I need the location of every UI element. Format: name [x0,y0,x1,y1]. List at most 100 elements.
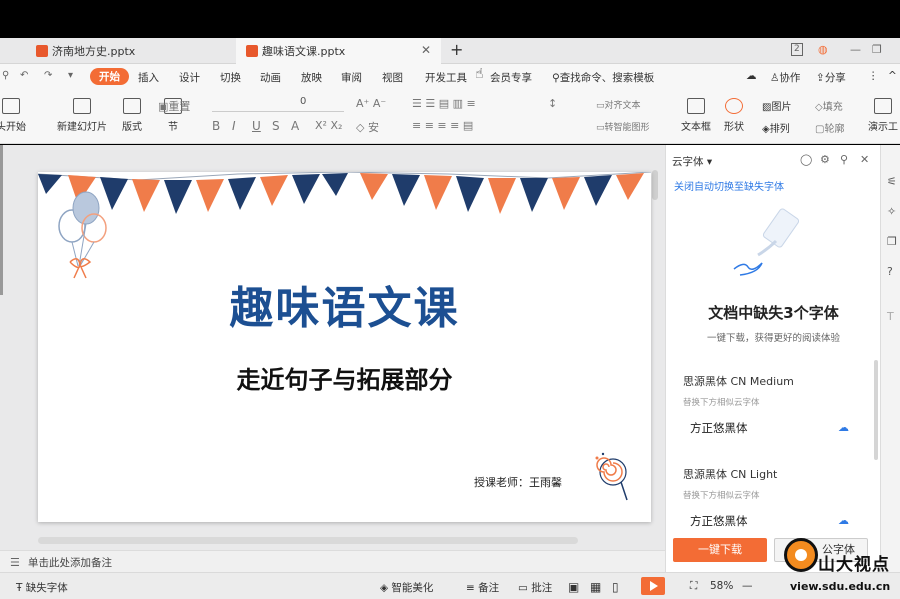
avatar-icon[interactable]: ◍ [818,43,828,56]
notes-placeholder: 单击此处添加备注 [28,557,112,569]
textbox-button[interactable]: 文本框 [681,98,711,133]
settings-icon[interactable]: ⚙ [820,153,830,166]
font-size-box[interactable]: 0 [212,96,344,112]
command-search[interactable]: ⚲查找命令、搜索模板 [552,70,654,85]
replacement-font[interactable]: 方正悠黑体 [690,420,748,436]
sorter-view-icon[interactable]: ▦ [590,580,601,594]
close-tab-icon[interactable]: ✕ [421,43,431,57]
minimize-icon[interactable]: — [850,43,861,56]
present-tools-button[interactable]: 演示工 [868,98,898,133]
menu-animation[interactable]: 动画 [260,70,281,85]
smart-shape-button[interactable]: ▭转智能图形 [596,120,650,133]
document-tab-bar: 济南地方史.pptx 趣味语文课.pptx ✕ + 2 ◍ — ❐ [0,38,900,64]
menu-member[interactable]: 会员专享 [490,70,532,85]
picture-button[interactable]: ▨图片 [762,98,791,113]
auto-switch-link[interactable]: 关闭自动切换至缺失字体 [674,178,784,193]
slideshow-icon [2,98,20,114]
notes-area[interactable]: ☰ 单击此处添加备注 [0,550,665,572]
cloud-sync-icon[interactable]: ☁ [746,70,757,82]
one-click-download-button[interactable]: 一键下载 [673,538,767,562]
missing-fonts-button[interactable]: Ŧ 缺失字体 [16,580,68,595]
shape-button[interactable]: 形状 [724,98,744,133]
tab-fun-chinese-class[interactable]: 趣味语文课.pptx [236,38,441,64]
present-icon [874,98,892,114]
italic-icon[interactable]: I [232,119,236,133]
close-panel-icon[interactable]: ✕ [860,153,869,166]
panel-title[interactable]: 云字体 ▾ [672,154,712,169]
notes-icon: ☰ [10,556,20,569]
strikethrough-icon[interactable]: S [272,119,280,133]
collapse-ribbon-icon[interactable]: ^ [888,70,897,82]
redo-icon[interactable]: ↷ [44,70,52,81]
chat-icon[interactable]: ◯ [800,153,812,166]
replacement-font[interactable]: 方正悠黑体 [690,513,748,529]
slide-canvas[interactable]: 趣味语文课 走近句子与拓展部分 授课老师：王雨馨 [38,172,651,522]
arrange-icon: ◈ [762,124,770,135]
slide-teacher-name[interactable]: 授课老师：王雨馨 [474,474,562,490]
textbox-icon [687,98,705,114]
fit-window-icon[interactable]: ⛶ [690,580,697,593]
menu-insert[interactable]: 插入 [138,70,159,85]
menu-transitions[interactable]: 切换 [220,70,241,85]
thumbnail-panel-edge[interactable] [0,145,3,295]
play-slideshow-button[interactable] [641,577,665,595]
new-tab-icon[interactable]: + [450,40,463,59]
style-icon[interactable]: ✧ [887,205,896,218]
line-spacing-icon[interactable]: ↕ [548,97,557,110]
find-icon[interactable]: ⚲ [2,70,9,81]
restore-icon[interactable]: ❐ [872,43,882,56]
menu-home[interactable]: 开始 [90,68,129,85]
comments-button[interactable]: ▭ 批注 [518,580,552,595]
share-button[interactable]: ⇪分享 [816,70,846,85]
missing-font-name: 思源黑体 CN Medium [683,375,794,388]
reset-button[interactable]: ▣重置 [158,98,190,114]
outline-button[interactable]: ▢轮廓 [815,120,844,135]
adjust-icon[interactable]: ⚟ [887,175,897,188]
alignment-icons[interactable]: ≡ ≡ ≡ ≡ ▤ [412,119,473,132]
align-text-button[interactable]: ▭对齐文本 [596,98,641,111]
cloud-download-icon[interactable]: ☁ [838,421,849,434]
collaborate-button[interactable]: ♙协作 [770,70,800,85]
bold-icon[interactable]: B [212,119,220,133]
slide-title[interactable]: 趣味语文课 [38,272,651,336]
menu-view[interactable]: 视图 [382,70,403,85]
align-text-icon: ▭ [596,101,605,111]
zoom-out-icon[interactable]: — [742,580,753,592]
menu-design[interactable]: 设计 [179,70,200,85]
arrange-button[interactable]: ◈排列 [762,120,790,135]
zoom-level[interactable]: 58% [710,580,733,592]
window-count-badge[interactable]: 2 [791,43,803,56]
slide-subtitle[interactable]: 走近句子与拓展部分 [38,360,651,395]
slide-horizontal-scrollbar[interactable] [38,537,578,544]
layout-button[interactable]: 版式 [122,98,142,133]
help-icon[interactable]: ? [887,265,893,278]
fill-button[interactable]: ◇填充 [815,98,843,113]
reading-view-icon[interactable]: ▯ [612,580,619,594]
menu-developer[interactable]: 开发工具 [425,70,467,85]
clear-format-icon[interactable]: ◇ 安 [356,119,379,135]
tab-jinan-history[interactable]: 济南地方史.pptx [26,38,231,64]
undo-icon[interactable]: ↶ [20,70,28,81]
superscript-icon[interactable]: X² X₂ [315,119,342,132]
font-replace-hint: 替换下方相似云字体 [683,491,760,501]
pin-icon[interactable]: ⚲ [840,153,848,166]
panel-scrollbar[interactable] [874,360,878,460]
grow-font-icon[interactable]: A⁺ A⁻ [356,97,386,110]
menu-review[interactable]: 审阅 [341,70,362,85]
list-icons[interactable]: ☰ ☰ ▤ ▥ ≡ [412,97,476,110]
new-slide-button[interactable]: 新建幻灯片 [57,98,107,133]
font-color-icon[interactable]: A [291,119,299,133]
smart-beautify-button[interactable]: ◈ 智能美化 [380,580,433,595]
menu-slideshow[interactable]: 放映 [301,70,322,85]
from-start-button[interactable]: 头开始 [0,98,26,133]
more-options-icon[interactable]: ⋮ [868,70,879,82]
transition-icon[interactable]: ❐ [887,235,897,248]
missing-font-name: 思源黑体 CN Light [683,468,778,481]
notes-toggle-button[interactable]: ≡ 备注 [466,580,499,595]
quick-access-dropdown-icon[interactable]: ▾ [68,70,73,81]
underline-icon[interactable]: U [252,119,261,133]
cloud-download-icon[interactable]: ☁ [838,514,849,527]
slide-vertical-scrollbar[interactable] [652,170,658,200]
normal-view-icon[interactable]: ▣ [568,580,579,594]
text-icon[interactable]: T [887,310,894,323]
